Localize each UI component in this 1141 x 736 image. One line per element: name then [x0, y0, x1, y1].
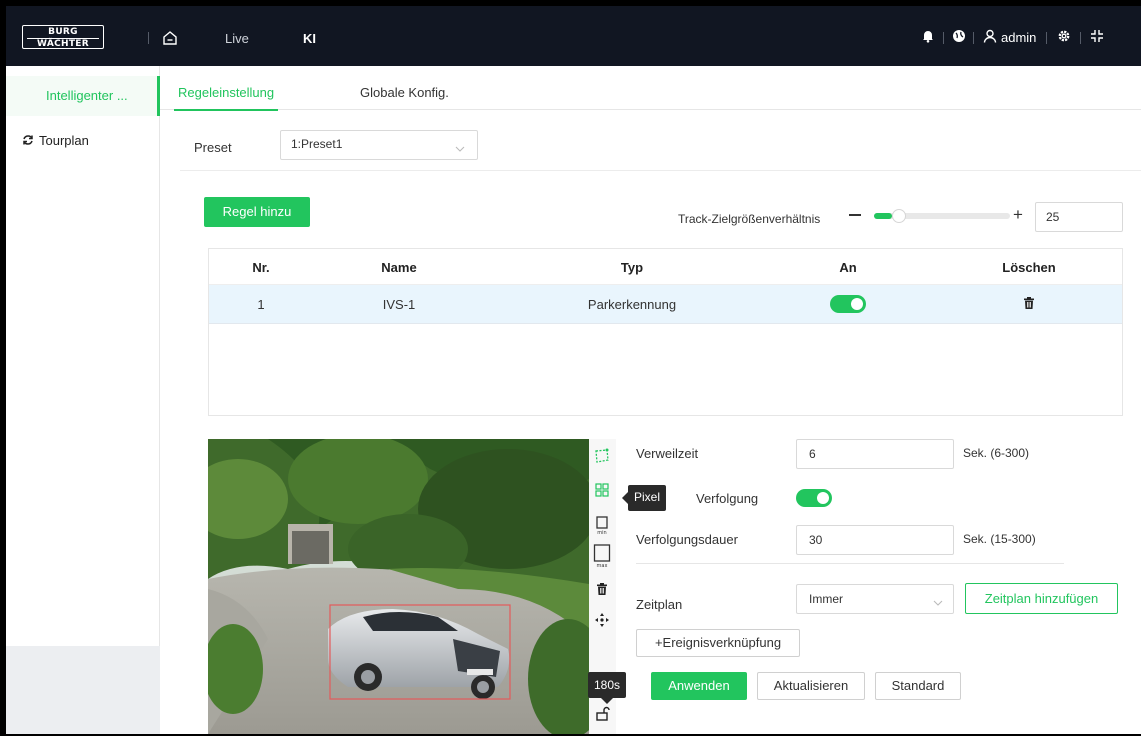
brand-logo: BURG WÄCHTER [22, 25, 104, 49]
app-window: BURG WÄCHTER Live KI admin Intelligenter… [6, 6, 1141, 734]
rule-enable-toggle[interactable] [830, 295, 866, 313]
globe-icon[interactable] [952, 29, 966, 46]
tab-bar: Regeleinstellung Globale Konfig. [160, 66, 1141, 111]
table-row[interactable]: 1 IVS-1 Parkerkennung [209, 285, 1122, 324]
top-bar: BURG WÄCHTER Live KI admin [6, 6, 1141, 66]
brand-line1: BURG [48, 27, 78, 37]
pixel-tooltip: Pixel [621, 485, 667, 511]
sidebar-item-intelligent[interactable]: Intelligenter ... [6, 76, 160, 116]
min-size-icon[interactable]: min [593, 515, 613, 537]
camera-preview[interactable] [208, 439, 589, 734]
delete-icon[interactable] [593, 581, 613, 603]
sidebar-item-label: Tourplan [39, 133, 89, 148]
verweilzeit-label: Verweilzeit [636, 446, 699, 461]
track-ratio-slider[interactable] [874, 209, 1010, 223]
nav-live[interactable]: Live [225, 31, 249, 46]
home-icon[interactable] [162, 30, 178, 49]
trash-icon[interactable] [1024, 297, 1035, 312]
divider [973, 32, 974, 44]
divider [943, 32, 944, 44]
bell-icon[interactable] [921, 29, 935, 46]
sidebar-item-tourplan[interactable]: Tourplan [6, 124, 160, 164]
column-header: An [839, 260, 857, 275]
rule-name: IVS-1 [382, 297, 416, 312]
svg-text:max: max [597, 563, 608, 569]
svg-text:min: min [597, 530, 606, 535]
main-panel: Regeleinstellung Globale Konfig. Preset … [160, 66, 1141, 734]
fullscreen-icon[interactable] [1090, 29, 1104, 46]
default-button[interactable]: Standard [875, 672, 961, 700]
verfolgung-toggle[interactable] [796, 489, 832, 507]
divider [636, 563, 1064, 564]
sidebar: Intelligenter ... Tourplan [6, 66, 160, 734]
sidebar-item-label: Intelligenter ... [46, 88, 128, 103]
zeitplan-select[interactable]: Immer [796, 584, 954, 614]
column-header: Löschen [1002, 260, 1056, 275]
track-ratio-input[interactable]: 25 [1035, 202, 1123, 232]
rules-table: Nr. Name Typ An Löschen 1 IVS-1 Parkerke… [208, 248, 1123, 416]
divider [1080, 32, 1081, 44]
brand-line2: WÄCHTER [27, 38, 99, 49]
draw-rule-icon[interactable] [593, 447, 613, 469]
refresh-icon [22, 134, 34, 149]
preset-label: Preset [194, 140, 232, 155]
divider [148, 32, 149, 44]
column-header: Typ [620, 260, 644, 275]
rule-nr: 1 [257, 297, 265, 312]
column-header: Name [381, 260, 417, 275]
preset-select[interactable]: 1:Preset1 [280, 130, 478, 160]
verfolgung-label: Verfolgung [696, 491, 759, 506]
verfolgungsdauer-input[interactable]: 30 [796, 525, 954, 555]
unlock-icon[interactable] [593, 705, 613, 727]
gear-icon[interactable] [1057, 29, 1071, 46]
rule-type: Parkerkennung [587, 297, 677, 312]
verweilzeit-input[interactable]: 6 [796, 439, 954, 469]
column-header: Nr. [252, 260, 270, 275]
time-tooltip: 180s [588, 672, 626, 704]
minus-icon[interactable] [849, 214, 861, 216]
tab-global-config[interactable]: Globale Konfig. [360, 85, 449, 100]
slider-fill [874, 213, 892, 219]
chevron-down-icon [455, 141, 465, 155]
track-ratio-label: Track-Zielgrößenverhältnis [678, 212, 821, 226]
pixel-counter-icon[interactable] [593, 481, 613, 503]
zeitplan-value: Immer [809, 592, 843, 606]
add-rule-button[interactable]: Regel hinzu [204, 197, 310, 227]
sidebar-footer [6, 646, 160, 734]
nav-ki[interactable]: KI [303, 31, 316, 46]
table-header: Nr. Name Typ An Löschen [209, 249, 1122, 285]
tab-rule-settings[interactable]: Regeleinstellung [173, 85, 279, 111]
verfolgungsdauer-unit: Sek. (15-300) [963, 532, 1036, 546]
zeitplan-label: Zeitplan [636, 597, 683, 612]
divider [1046, 32, 1047, 44]
slider-handle[interactable] [892, 209, 906, 223]
divider [180, 170, 1141, 171]
add-schedule-button[interactable]: Zeitplan hinzufügen [965, 583, 1118, 614]
max-size-icon[interactable]: max [593, 543, 613, 571]
chevron-down-icon [933, 595, 943, 609]
verfolgungsdauer-label: Verfolgungsdauer [636, 532, 738, 547]
event-link-button[interactable]: +Ereignisverknüpfung [636, 629, 800, 657]
move-icon[interactable] [593, 611, 613, 633]
apply-button[interactable]: Anwenden [651, 672, 747, 700]
preset-value: 1:Preset1 [291, 137, 343, 151]
plus-icon[interactable]: + [1013, 205, 1023, 225]
refresh-button[interactable]: Aktualisieren [757, 672, 865, 700]
user-name[interactable]: admin [1001, 30, 1036, 45]
user-icon[interactable] [983, 29, 997, 46]
verweilzeit-unit: Sek. (6-300) [963, 446, 1030, 460]
